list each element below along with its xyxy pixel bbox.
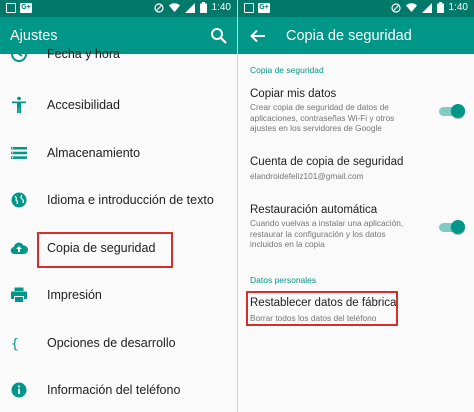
search-icon[interactable]	[209, 26, 229, 46]
pref-copy-my-data[interactable]: Copiar mis datos Crear copia de segurida…	[238, 84, 474, 142]
settings-item-label: Impresión	[47, 288, 102, 302]
auto-restore-toggle[interactable]	[439, 220, 465, 234]
signal-icon	[184, 2, 195, 13]
settings-item-label: Opciones de desarrollo	[47, 335, 176, 350]
backup-screen: G+ 1:40 Copia de seguridad Copia de segu…	[237, 0, 474, 412]
settings-item-developer[interactable]: { } Opciones de desarrollo	[0, 320, 237, 368]
pref-summary: Cuando vuelvas a instalar una aplicación…	[250, 218, 404, 249]
clock-time: 1:40	[448, 2, 468, 13]
settings-list: Fecha y hora Accesibilidad Almacenamient…	[0, 46, 237, 412]
status-bar: G+ 1:40	[238, 0, 474, 17]
clock-time: 1:40	[211, 2, 231, 13]
back-arrow-icon[interactable]	[248, 26, 268, 46]
settings-item-storage[interactable]: Almacenamiento	[0, 130, 237, 178]
section-header-backup: Copia de seguridad	[250, 65, 324, 75]
clock-icon	[11, 46, 27, 62]
globe-icon	[11, 192, 27, 208]
pref-backup-account[interactable]: Cuenta de copia de seguridad elandroidef…	[238, 152, 474, 188]
accessibility-icon	[12, 96, 26, 113]
signal-icon	[421, 2, 432, 13]
settings-screen: G+ 1:40 Ajustes Fecha y hora Accesibilid…	[0, 0, 237, 412]
printer-icon	[11, 287, 27, 303]
pref-title: Cuenta de copia de seguridad	[250, 156, 404, 168]
pref-summary: Crear copia de seguridad de datos de apl…	[250, 102, 395, 133]
copy-data-toggle[interactable]	[439, 104, 465, 118]
status-bar: G+ 1:40	[0, 0, 237, 17]
wifi-icon	[405, 2, 417, 12]
settings-item-language[interactable]: Idioma e introducción de texto	[0, 177, 237, 225]
pref-title: Copiar mis datos	[250, 88, 337, 100]
section-header-personal: Datos personales	[250, 275, 317, 285]
battery-icon	[436, 2, 444, 13]
braces-icon: { }	[11, 337, 28, 352]
cloud-upload-icon	[10, 242, 28, 254]
svg-text:{ }: { }	[11, 337, 28, 352]
settings-item-label: Fecha y hora	[47, 47, 120, 61]
storage-icon	[11, 146, 27, 159]
toggle-thumb	[451, 220, 465, 234]
wifi-icon	[168, 2, 180, 12]
notification-icon	[244, 3, 254, 13]
do-not-disturb-icon	[153, 2, 164, 13]
page-title: Copia de seguridad	[286, 28, 412, 44]
toggle-thumb	[451, 104, 465, 118]
settings-item-label: Información del teléfono	[47, 383, 181, 397]
info-icon	[11, 382, 27, 398]
settings-item-printing[interactable]: Impresión	[0, 272, 237, 320]
notification-icon	[6, 3, 16, 13]
settings-item-accessibility[interactable]: Accesibilidad	[0, 82, 237, 130]
page-title: Ajustes	[10, 28, 58, 44]
app-bar: Copia de seguridad	[238, 17, 474, 54]
google-plus-icon: G+	[258, 3, 270, 13]
pref-auto-restore[interactable]: Restauración automática Cuando vuelvas a…	[238, 200, 474, 258]
settings-item-about-phone[interactable]: Información del teléfono	[0, 367, 237, 412]
highlight-box	[246, 291, 398, 326]
settings-item-label: Accesibilidad	[47, 98, 120, 112]
highlight-box	[37, 232, 173, 268]
settings-item-label: Idioma e introducción de texto	[47, 193, 214, 207]
settings-item-label: Almacenamiento	[47, 145, 141, 160]
settings-item-date-time[interactable]: Fecha y hora	[0, 46, 237, 82]
pref-summary: elandroidefeliz101@gmail.com	[250, 171, 364, 181]
do-not-disturb-icon	[390, 2, 401, 13]
pref-title: Restauración automática	[250, 204, 378, 216]
battery-icon	[199, 2, 207, 13]
google-plus-icon: G+	[20, 3, 32, 13]
